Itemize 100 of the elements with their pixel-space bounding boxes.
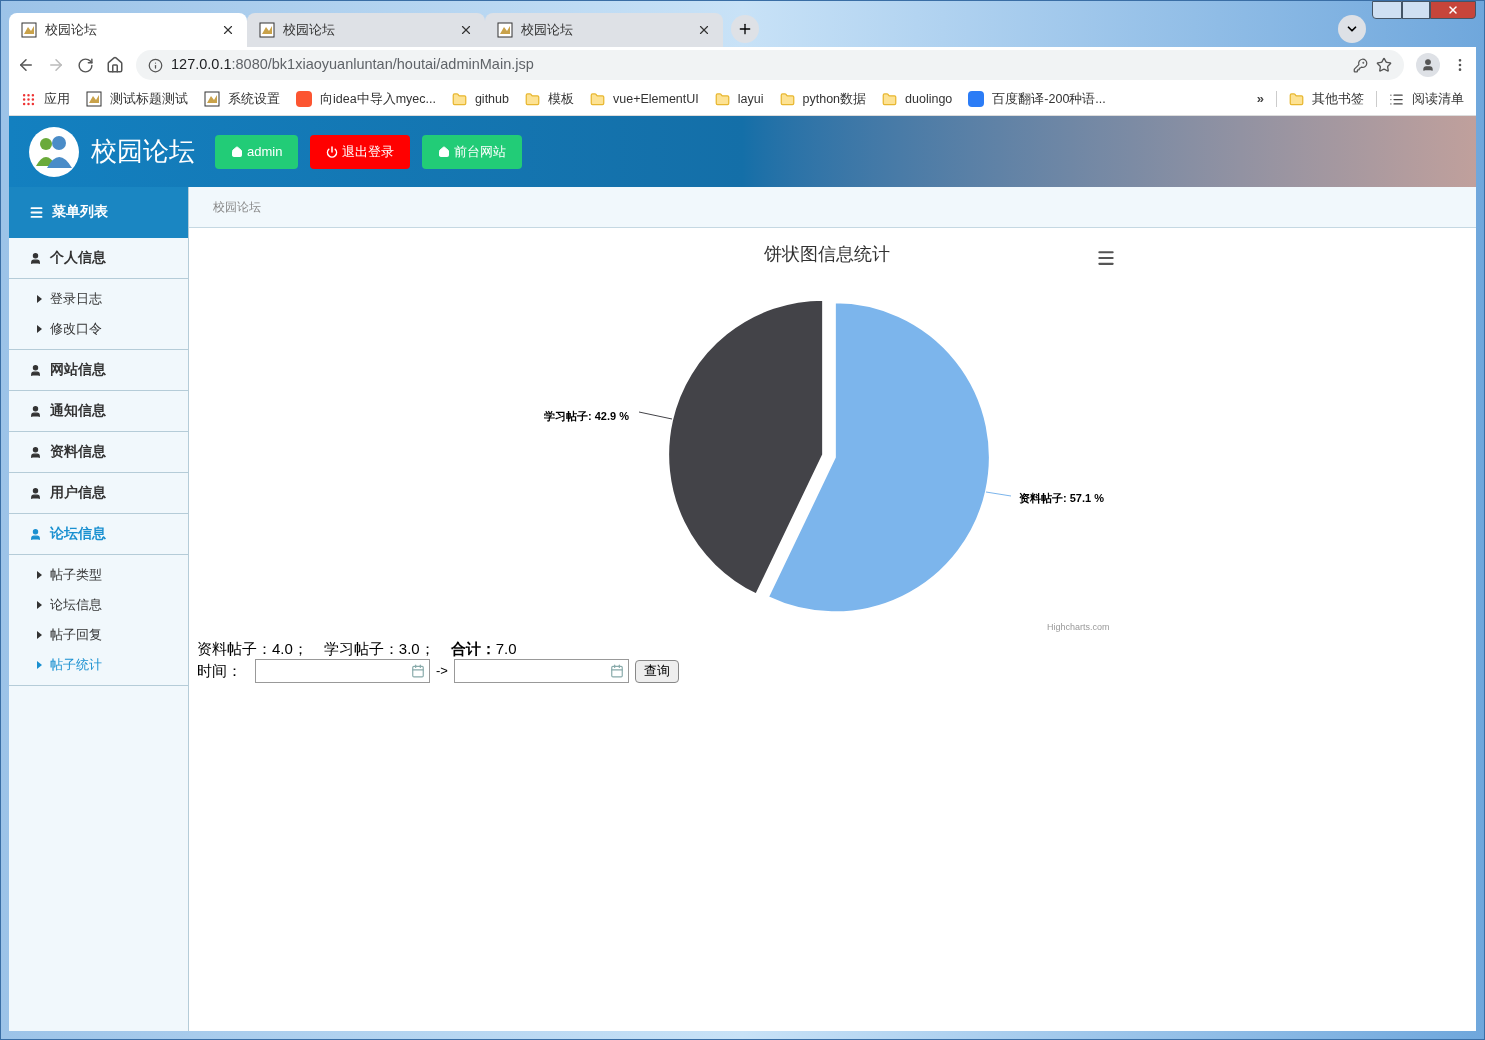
browser-tab[interactable]: 校园论坛 bbox=[247, 13, 485, 47]
close-icon bbox=[1447, 4, 1459, 16]
menu-item[interactable]: 修改口令 bbox=[9, 314, 188, 344]
bookmark[interactable]: vue+ElementUI bbox=[582, 87, 707, 111]
data-label: 资料帖子: 57.1 % bbox=[1019, 492, 1104, 504]
folder-icon bbox=[590, 91, 605, 107]
menu-item[interactable]: 登录日志 bbox=[9, 284, 188, 314]
reload-icon[interactable] bbox=[77, 56, 94, 74]
bookmark[interactable]: 其他书签 bbox=[1281, 87, 1372, 111]
close-icon[interactable] bbox=[459, 23, 473, 37]
page-icon bbox=[497, 22, 513, 38]
menu-item[interactable]: 帖子回复 bbox=[9, 620, 188, 650]
apps-icon bbox=[21, 91, 36, 107]
calendar-icon bbox=[609, 664, 624, 678]
folder-icon bbox=[779, 91, 795, 107]
leader-line bbox=[638, 411, 673, 420]
logo-icon bbox=[29, 126, 79, 177]
folder-icon bbox=[525, 91, 540, 107]
back-icon[interactable] bbox=[17, 56, 35, 74]
home-icon bbox=[438, 145, 451, 158]
bookmark[interactable]: 测试标题测试 bbox=[78, 87, 196, 111]
page-icon bbox=[204, 91, 220, 107]
tab-search-button[interactable] bbox=[1338, 15, 1366, 43]
user-icon bbox=[1421, 58, 1435, 72]
breadcrumb[interactable]: 校园论坛 bbox=[213, 198, 261, 216]
folder-icon bbox=[882, 91, 898, 107]
query-button[interactable]: 查询 bbox=[634, 659, 679, 683]
bookmark[interactable]: 系统设置 bbox=[196, 87, 288, 111]
date-field[interactable] bbox=[453, 659, 629, 683]
data-label: 学习帖子: 42.9 % bbox=[544, 410, 629, 422]
folder-icon bbox=[1289, 91, 1304, 107]
menu-item[interactable]: 帖子类型 bbox=[9, 560, 188, 590]
user-icon bbox=[29, 251, 42, 265]
address-bar[interactable]: 127.0.0.1:8080/bk1xiaoyuanluntan/houtai/adminMain.jsp bbox=[136, 50, 1404, 80]
menu-group[interactable]: 用户信息 bbox=[9, 473, 188, 513]
date-field[interactable] bbox=[255, 659, 430, 683]
caret-icon bbox=[37, 601, 42, 609]
bookmark[interactable]: 模板 bbox=[517, 87, 582, 111]
menu-group[interactable]: 个人信息 bbox=[9, 238, 188, 278]
pie-slice[interactable] bbox=[667, 298, 825, 596]
page-icon bbox=[86, 91, 102, 107]
browser-tab[interactable]: 校园论坛 bbox=[485, 13, 723, 47]
time-label: 时间： bbox=[197, 660, 243, 681]
bookmark[interactable]: 阅读清单 bbox=[1381, 87, 1472, 111]
browser-tab[interactable]: 校园论坛 bbox=[9, 13, 247, 47]
summary-text: 资料帖子：4.0； 学习帖子：3.0； 合计：7.0 bbox=[197, 639, 518, 658]
sidebar-title: 菜单列表 bbox=[52, 203, 108, 222]
bookmark[interactable]: github bbox=[443, 87, 517, 111]
c-logo-icon bbox=[296, 91, 312, 107]
plus-icon bbox=[737, 21, 753, 37]
caret-icon bbox=[37, 295, 42, 303]
star-icon[interactable] bbox=[1376, 57, 1392, 73]
user-icon bbox=[29, 486, 42, 500]
bookmark[interactable]: layui bbox=[706, 87, 772, 111]
bookmark[interactable]: 向idea中导入myec... bbox=[288, 87, 444, 111]
folder-icon bbox=[714, 91, 730, 107]
menu-group[interactable]: 网站信息 bbox=[9, 350, 188, 390]
caret-icon bbox=[37, 661, 42, 669]
info-icon bbox=[148, 57, 163, 73]
close-button[interactable] bbox=[1430, 1, 1476, 19]
chart-title: 饼状图信息统计 bbox=[764, 243, 890, 266]
power-icon bbox=[326, 145, 339, 158]
leader-line bbox=[985, 491, 1012, 497]
new-tab-button[interactable] bbox=[731, 15, 759, 43]
maximize-button[interactable] bbox=[1402, 1, 1430, 19]
user-icon bbox=[29, 445, 42, 459]
url-text: 127.0.0.1:8080/bk1xiaoyuanluntan/houtai/adminMain.jsp bbox=[171, 55, 535, 75]
range-arrow: -> bbox=[436, 662, 448, 681]
close-icon[interactable] bbox=[221, 23, 235, 37]
more-bookmarks-button[interactable]: » bbox=[1248, 89, 1272, 109]
caret-icon bbox=[37, 571, 42, 579]
caret-icon bbox=[37, 631, 42, 639]
user-icon bbox=[29, 527, 42, 541]
page-icon bbox=[259, 22, 275, 38]
calendar-icon bbox=[411, 664, 425, 678]
close-icon[interactable] bbox=[697, 23, 711, 37]
list-icon bbox=[29, 205, 44, 220]
menu-item[interactable]: 论坛信息 bbox=[9, 590, 188, 620]
folder-icon bbox=[451, 91, 467, 107]
pie-slice[interactable] bbox=[767, 301, 991, 614]
user-icon bbox=[29, 363, 42, 377]
list-icon bbox=[1389, 91, 1404, 107]
bookmark[interactable]: 百度翻译-200种语... bbox=[960, 87, 1114, 111]
translate-icon bbox=[968, 91, 985, 107]
menu-group[interactable]: 资料信息 bbox=[9, 432, 188, 472]
caret-icon bbox=[37, 325, 42, 333]
header-button[interactable]: 退出登录 bbox=[310, 134, 411, 169]
profile-button[interactable] bbox=[1416, 53, 1440, 77]
page-icon bbox=[21, 22, 37, 38]
menu-group[interactable]: 通知信息 bbox=[9, 391, 188, 431]
site-title: 校园论坛 bbox=[91, 135, 195, 168]
home-icon bbox=[231, 145, 243, 158]
menu-icon[interactable] bbox=[1096, 248, 1116, 268]
home-icon[interactable] bbox=[106, 56, 124, 74]
key-icon[interactable] bbox=[1353, 57, 1368, 73]
bookmark[interactable]: python数据 bbox=[771, 87, 875, 111]
bookmark[interactable]: 应用 bbox=[13, 87, 78, 111]
bookmark[interactable]: duolingo bbox=[874, 87, 961, 111]
minimize-button[interactable] bbox=[1372, 1, 1402, 19]
user-icon bbox=[29, 404, 42, 418]
